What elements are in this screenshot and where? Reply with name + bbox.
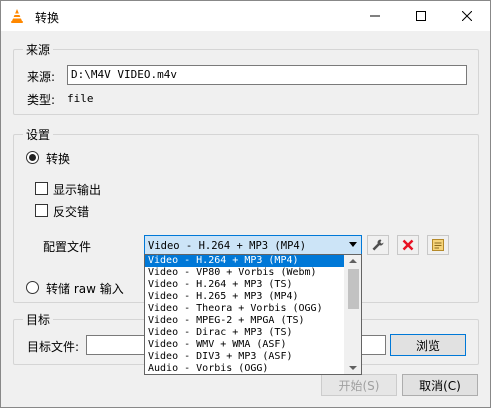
show-output-checkbox[interactable]	[35, 182, 48, 195]
convert-label: 转换	[46, 152, 71, 166]
delete-x-icon	[402, 239, 414, 251]
convert-dialog: 转换 来源 来源: D:\M4V VIDEO.m4v 类型: file 设置 转…	[0, 0, 491, 408]
cancel-button[interactable]: 取消(C)	[402, 374, 478, 396]
profile-option[interactable]: Video - Theora + Vorbis (OGG)	[145, 303, 361, 315]
source-path-field[interactable]: D:\M4V VIDEO.m4v	[67, 65, 467, 85]
profile-selected-value: Video - H.264 + MP3 (MP4)	[148, 240, 307, 252]
source-label: 来源:	[27, 70, 56, 84]
profile-options: Video - H.264 + MP3 (MP4) Video - VP80 + …	[145, 255, 361, 374]
dump-raw-label: 转储 raw 输入	[46, 282, 124, 296]
target-group-label: 目标	[23, 311, 54, 328]
source-group-label: 来源	[23, 41, 54, 58]
profile-option[interactable]: Video - WMV + WMA (ASF)	[145, 339, 361, 351]
profile-option[interactable]: Video - DIV3 + MP3 (ASF)	[145, 351, 361, 363]
close-icon	[462, 11, 472, 21]
settings-group-label: 设置	[23, 126, 54, 143]
type-value: file	[67, 92, 94, 105]
convert-radio[interactable]	[26, 151, 39, 164]
scroll-down-arrow-icon[interactable]	[349, 366, 357, 370]
minimize-icon	[370, 15, 380, 17]
vlc-cone-icon	[11, 9, 23, 23]
target-file-label: 目标文件:	[27, 340, 80, 354]
profile-select[interactable]: Video - H.264 + MP3 (MP4)	[144, 235, 362, 255]
profile-option[interactable]: Video - MPEG-2 + MPGA (TS)	[145, 315, 361, 327]
browse-button[interactable]: 浏览	[390, 334, 466, 356]
profile-option[interactable]: Video - VP80 + Vorbis (Webm)	[145, 267, 361, 279]
maximize-button[interactable]	[398, 1, 444, 31]
title-bar: 转换	[1, 1, 490, 31]
dump-raw-radio[interactable]	[26, 281, 39, 294]
browse-button-label: 浏览	[415, 338, 440, 353]
profile-option[interactable]: Video - H.265 + MP3 (MP4)	[145, 291, 361, 303]
maximize-icon	[416, 11, 426, 21]
close-button[interactable]	[444, 1, 490, 31]
start-button[interactable]: 开始(S)	[321, 374, 397, 396]
edit-profile-button[interactable]	[367, 235, 389, 255]
wrench-icon	[372, 239, 384, 251]
cancel-button-label: 取消(C)	[419, 378, 461, 393]
profile-option[interactable]: Audio - Vorbis (OGG)	[145, 363, 361, 374]
window-title: 转换	[35, 11, 60, 25]
profile-option[interactable]: Video - H.264 + MP3 (MP4)	[145, 255, 361, 267]
profile-option[interactable]: Video - Dirac + MP3 (TS)	[145, 327, 361, 339]
type-label: 类型:	[27, 93, 56, 107]
profile-label: 配置文件	[43, 240, 92, 254]
delete-profile-button[interactable]	[397, 235, 419, 255]
new-profile-button[interactable]	[427, 235, 449, 255]
deinterlace-label: 反交错	[53, 205, 90, 219]
scrollbar-thumb[interactable]	[348, 269, 359, 309]
profile-option[interactable]: Video - H.264 + MP3 (TS)	[145, 279, 361, 291]
scroll-up-arrow-icon[interactable]	[349, 259, 357, 263]
deinterlace-checkbox[interactable]	[35, 204, 48, 217]
show-output-label: 显示输出	[53, 183, 102, 197]
new-profile-icon	[432, 239, 444, 251]
profile-dropdown-list[interactable]: Video - H.264 + MP3 (MP4) Video - VP80 + …	[144, 254, 362, 375]
dropdown-scrollbar[interactable]	[344, 255, 361, 374]
chevron-down-icon	[349, 242, 357, 247]
minimize-button[interactable]	[352, 1, 398, 31]
start-button-label: 开始(S)	[338, 378, 380, 393]
